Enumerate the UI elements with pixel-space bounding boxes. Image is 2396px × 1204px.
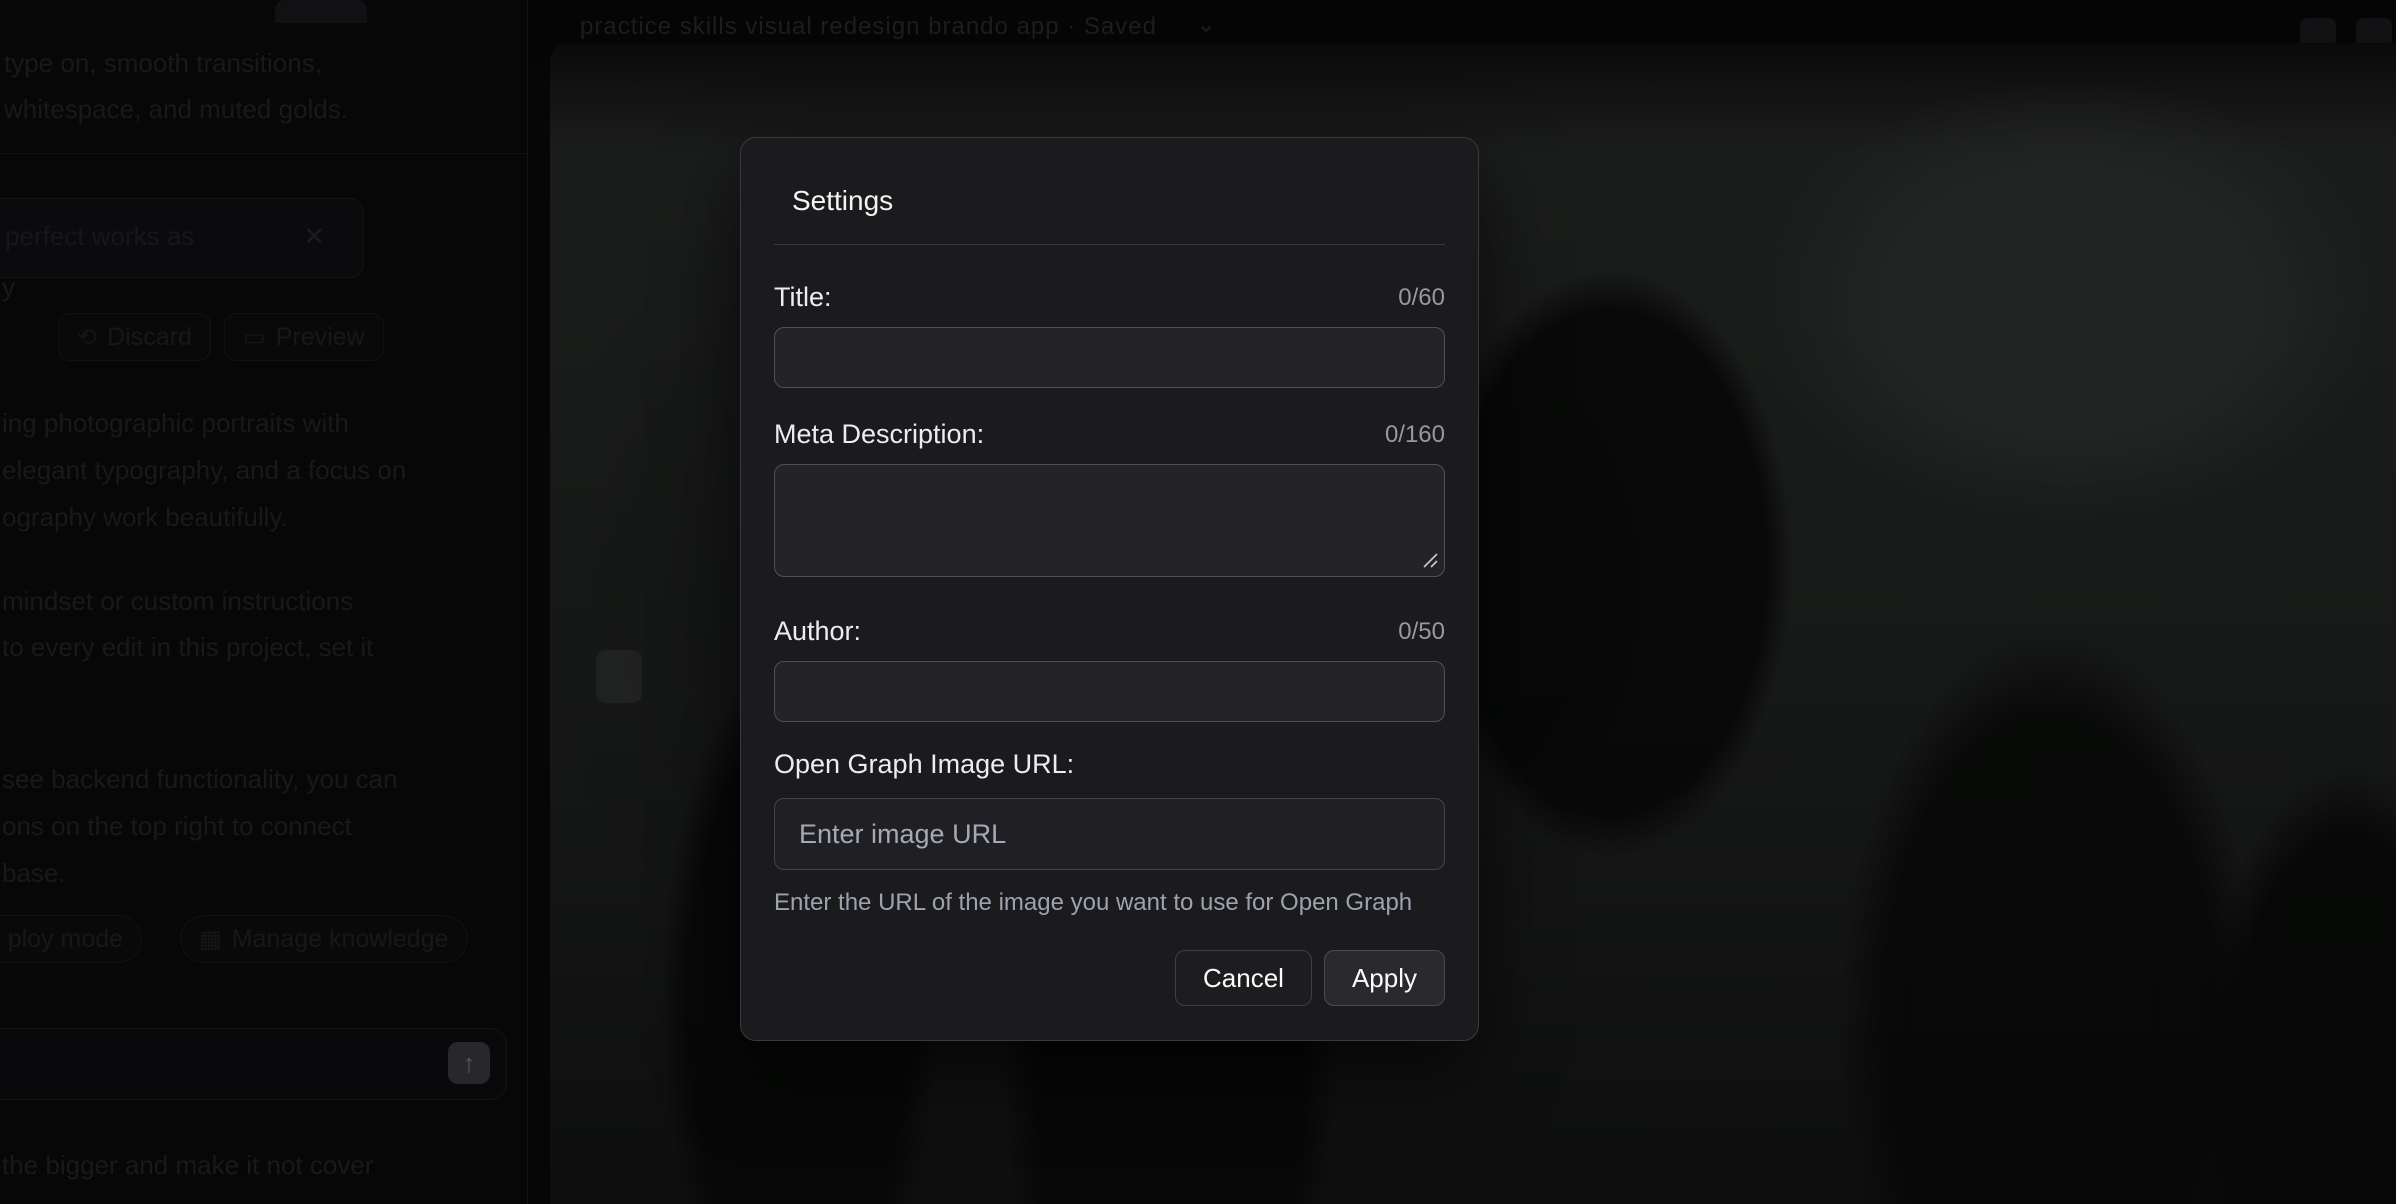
title-label: Title:: [774, 281, 832, 313]
discard-label: Discard: [107, 323, 192, 352]
title-counter: 0/60: [1398, 283, 1445, 313]
knowledge-button-label: ploy mode: [8, 925, 123, 954]
author-label: Author:: [774, 615, 861, 647]
author-counter: 0/50: [1398, 617, 1445, 647]
meta-description-counter: 0/160: [1385, 420, 1445, 450]
chat-text-line: ography work beautifully.: [2, 502, 288, 533]
settings-dialog: Settings Title: 0/60 Meta Description: 0…: [740, 137, 1479, 1041]
divider: [774, 244, 1445, 245]
author-input[interactable]: [774, 661, 1445, 722]
chat-text-line: the bigger and make it not cover: [2, 1150, 373, 1181]
sidebar-divider: [527, 0, 528, 1204]
chat-sidebar: type on, smooth transitions, whitespace,…: [0, 0, 527, 1204]
chat-text-line: elegant typography, and a focus on: [2, 455, 406, 486]
chat-text-line: whitespace, and muted golds.: [4, 94, 348, 125]
send-icon[interactable]: ↑: [448, 1042, 490, 1084]
discard-button[interactable]: ⟲ Discard: [58, 313, 211, 361]
chat-text-line: type on, smooth transitions,: [4, 48, 322, 79]
chat-input[interactable]: [0, 1028, 507, 1100]
og-image-helper-text: Enter the URL of the image you want to u…: [774, 888, 1445, 918]
preview-button[interactable]: ▭ Preview: [224, 313, 384, 361]
chat-text-line: to every edit in this project, set it: [2, 632, 373, 663]
meta-description-textarea[interactable]: [774, 464, 1445, 577]
preview-icon: ▭: [243, 323, 266, 352]
chat-text-line: base.: [2, 858, 66, 889]
selected-element-chip[interactable]: perfect works as ✕: [0, 198, 364, 278]
preview-label: Preview: [276, 323, 365, 352]
resize-handle-icon[interactable]: [1420, 550, 1440, 570]
og-image-url-label: Open Graph Image URL:: [774, 748, 1074, 780]
project-title[interactable]: practice skills visual redesign brando a…: [580, 13, 1157, 41]
chat-text-line: see backend functionality, you can: [2, 764, 398, 795]
chat-text-line: ons on the top right to connect: [2, 811, 352, 842]
meta-description-label: Meta Description:: [774, 418, 984, 450]
app-root: practice skills visual redesign brando a…: [0, 0, 2396, 1204]
knowledge-button[interactable]: ▤ ploy mode: [0, 915, 142, 963]
dialog-title: Settings: [792, 184, 1427, 218]
chip-label: perfect works as: [5, 221, 194, 252]
title-input[interactable]: [774, 327, 1445, 388]
preview-element: [596, 650, 642, 703]
manage-knowledge-label: Manage knowledge: [232, 925, 449, 954]
og-image-url-input[interactable]: [774, 798, 1445, 870]
chat-text-line: mindset or custom instructions: [2, 586, 353, 617]
discard-icon: ⟲: [77, 323, 97, 352]
manage-knowledge-button[interactable]: ▦ Manage knowledge: [180, 915, 468, 963]
chat-text-line: ing photographic portraits with: [2, 408, 349, 439]
sidebar-tab[interactable]: [275, 0, 367, 23]
apply-button[interactable]: Apply: [1324, 950, 1445, 1006]
grid-icon: ▦: [199, 925, 222, 954]
chevron-down-icon[interactable]: ⌄: [1196, 10, 1216, 39]
cancel-button[interactable]: Cancel: [1175, 950, 1312, 1006]
chat-text-fragment: y: [2, 272, 15, 303]
close-icon[interactable]: ✕: [303, 221, 325, 252]
